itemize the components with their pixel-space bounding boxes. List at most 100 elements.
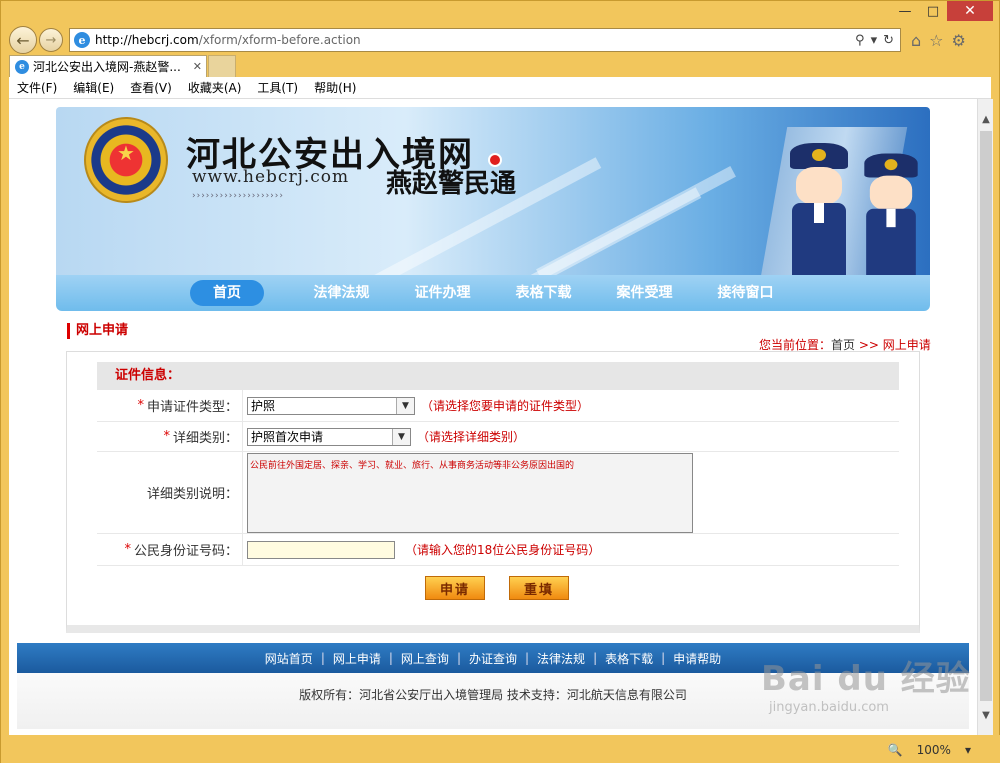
footer-link-laws[interactable]: 法律法规 [537,650,585,667]
navigation-bar: ← → e http://hebcrj.com /xform/xform-bef… [9,25,991,55]
menu-favorites[interactable]: 收藏夹(A) [188,79,242,96]
watermark-url: jingyan.baidu.com [769,700,889,715]
nav-home[interactable]: 首页 [190,280,264,306]
nav-laws[interactable]: 法律法规 [291,280,392,306]
footer-separator: | [388,651,393,665]
main-navigation: 首页 法律法规 证件办理 表格下载 案件受理 接待窗口 [56,275,930,311]
cert-type-select[interactable]: 护照 ▼ [247,396,415,415]
address-bar[interactable]: e http://hebcrj.com /xform/xform-before.… [69,28,901,52]
id-number-row: * 公民身份证号码： （请输入您的18位公民身份证号码） [97,534,899,566]
footer-link-query[interactable]: 网上查询 [401,650,449,667]
required-mark: * [124,542,131,557]
nav-forms-download[interactable]: 表格下载 [493,280,594,306]
nav-certificates[interactable]: 证件办理 [392,280,493,306]
id-number-hint: （请输入您的18位公民身份证号码） [405,543,601,557]
close-icon[interactable]: ✕ [947,1,993,21]
application-form-panel: 证件信息： * 申请证件类型： 护照 ▼ （请选择您要申请的证件类型） * 详细… [66,351,920,633]
footer-separator: | [456,651,461,665]
cert-type-row: * 申请证件类型： 护照 ▼ （请选择您要申请的证件类型） [97,390,899,422]
footer-link-help[interactable]: 申请帮助 [673,650,721,667]
scroll-down-icon[interactable]: ▼ [978,707,994,723]
tab-active[interactable]: e 河北公安出入境网-燕赵警... ✕ [9,55,207,77]
cert-type-label-text: 申请证件类型： [146,400,238,415]
refresh-icon[interactable]: ↻ [883,33,894,48]
form-buttons: 申请 重填 [425,576,569,600]
apply-button[interactable]: 申请 [425,576,485,600]
menu-file[interactable]: 文件(F) [17,79,57,96]
baidu-watermark: Bai du 经验 jingyan.baidu.com [761,651,971,715]
detail-type-label: * 详细类别： [97,422,243,451]
detail-desc-row: 详细类别说明： 公民前往外国定居、探亲、学习、就业、旅行、从事商务活动等非公务原… [97,452,899,534]
police-officer-illustration [859,153,923,275]
menu-view[interactable]: 查看(V) [130,79,172,96]
decorative-chevrons: ›››››››››››››››››››› [192,191,284,201]
menu-help[interactable]: 帮助(H) [314,79,356,96]
nav-reception[interactable]: 接待窗口 [695,280,796,306]
detail-type-select[interactable]: 护照首次申请 ▼ [247,427,411,446]
footer-link-forms[interactable]: 表格下载 [605,650,653,667]
tab-ie-icon: e [15,59,29,74]
footer-separator: | [661,651,666,665]
tab-close-icon[interactable]: ✕ [193,60,202,73]
menu-tools[interactable]: 工具(T) [257,79,298,96]
detail-type-field: 护照首次申请 ▼ （请选择详细类别） [243,422,525,451]
breadcrumb-home-link[interactable]: 首页 [831,338,855,352]
footer-link-apply[interactable]: 网上申请 [333,650,381,667]
cert-type-value: 护照 [251,399,276,413]
id-number-input[interactable] [247,540,395,559]
scroll-up-icon[interactable]: ▲ [978,111,994,127]
vertical-scrollbar[interactable]: ▲ ▼ [977,99,993,735]
menu-bar: 文件(F) 编辑(E) 查看(V) 收藏夹(A) 工具(T) 帮助(H) [9,77,991,99]
breadcrumb-prefix: 您当前位置： [759,338,832,352]
zoom-icon[interactable]: 🔍 [888,743,903,757]
status-bar: 🔍 100% ▾ [1,735,1000,763]
page-viewport: 河北公安出入境网 www.hebcrj.com ››››››››››››››››… [9,99,977,735]
dropdown-icon[interactable]: ▾ [871,33,878,48]
window-controls: — □ ✕ [891,1,993,21]
watermark-logo: Bai du 经验 [761,659,971,699]
id-number-label-text: 公民身份证号码： [133,544,238,559]
chevron-down-icon[interactable]: ▼ [392,428,410,445]
ie-icon: e [74,32,90,48]
zoom-dropdown-icon[interactable]: ▾ [965,743,971,757]
url-path: /xform/xform-before.action [198,33,361,47]
slogan-dot-icon [488,153,502,167]
scrollbar-thumb[interactable] [980,131,992,701]
detail-type-row: * 详细类别： 护照首次申请 ▼ （请选择详细类别） [97,422,899,452]
footer-link-status[interactable]: 办证查询 [469,650,517,667]
detail-type-hint: （请选择详细类别） [417,430,526,444]
site-url: www.hebcrj.com [192,167,350,187]
id-number-label: * 公民身份证号码： [97,534,243,565]
forward-arrow-icon[interactable]: → [39,28,63,52]
breadcrumb-current: >> 网上申请 [855,338,931,352]
star-icon[interactable]: ☆ [929,31,943,50]
footer-separator: | [593,651,598,665]
address-tools: ⚲ ▾ ↻ [855,33,900,48]
minimize-icon[interactable]: — [891,1,919,21]
footer-separator: | [320,651,325,665]
footer-link-home[interactable]: 网站首页 [265,650,313,667]
search-icon[interactable]: ⚲ [855,33,865,48]
police-emblem-icon [84,117,168,203]
home-icon[interactable]: ⌂ [911,31,921,50]
required-mark: * [137,398,144,413]
maximize-icon[interactable]: □ [919,1,947,21]
detail-desc-textarea[interactable]: 公民前往外国定居、探亲、学习、就业、旅行、从事商务活动等非公务原因出国的 [247,452,693,533]
zoom-level[interactable]: 100% [917,743,951,757]
cert-type-hint: （请选择您要申请的证件类型） [421,399,590,413]
detail-desc-label: 详细类别说明： [97,452,243,533]
tab-bar: e 河北公安出入境网-燕赵警... ✕ [9,55,991,77]
back-arrow-icon[interactable]: ← [9,26,37,54]
toolbar-icons: ⌂ ☆ ⚙ [911,31,966,50]
cert-type-field: 护照 ▼ （请选择您要申请的证件类型） [243,390,589,421]
reset-button[interactable]: 重填 [509,576,569,600]
nav-case-acceptance[interactable]: 案件受理 [594,280,695,306]
menu-edit[interactable]: 编辑(E) [73,79,114,96]
cert-type-label: * 申请证件类型： [97,390,243,421]
chevron-down-icon[interactable]: ▼ [396,397,414,414]
new-tab-button[interactable] [208,55,236,77]
gear-icon[interactable]: ⚙ [952,31,966,50]
tab-title: 河北公安出入境网-燕赵警... [33,60,181,74]
id-number-field: （请输入您的18位公民身份证号码） [243,534,600,565]
required-mark: * [163,429,170,444]
